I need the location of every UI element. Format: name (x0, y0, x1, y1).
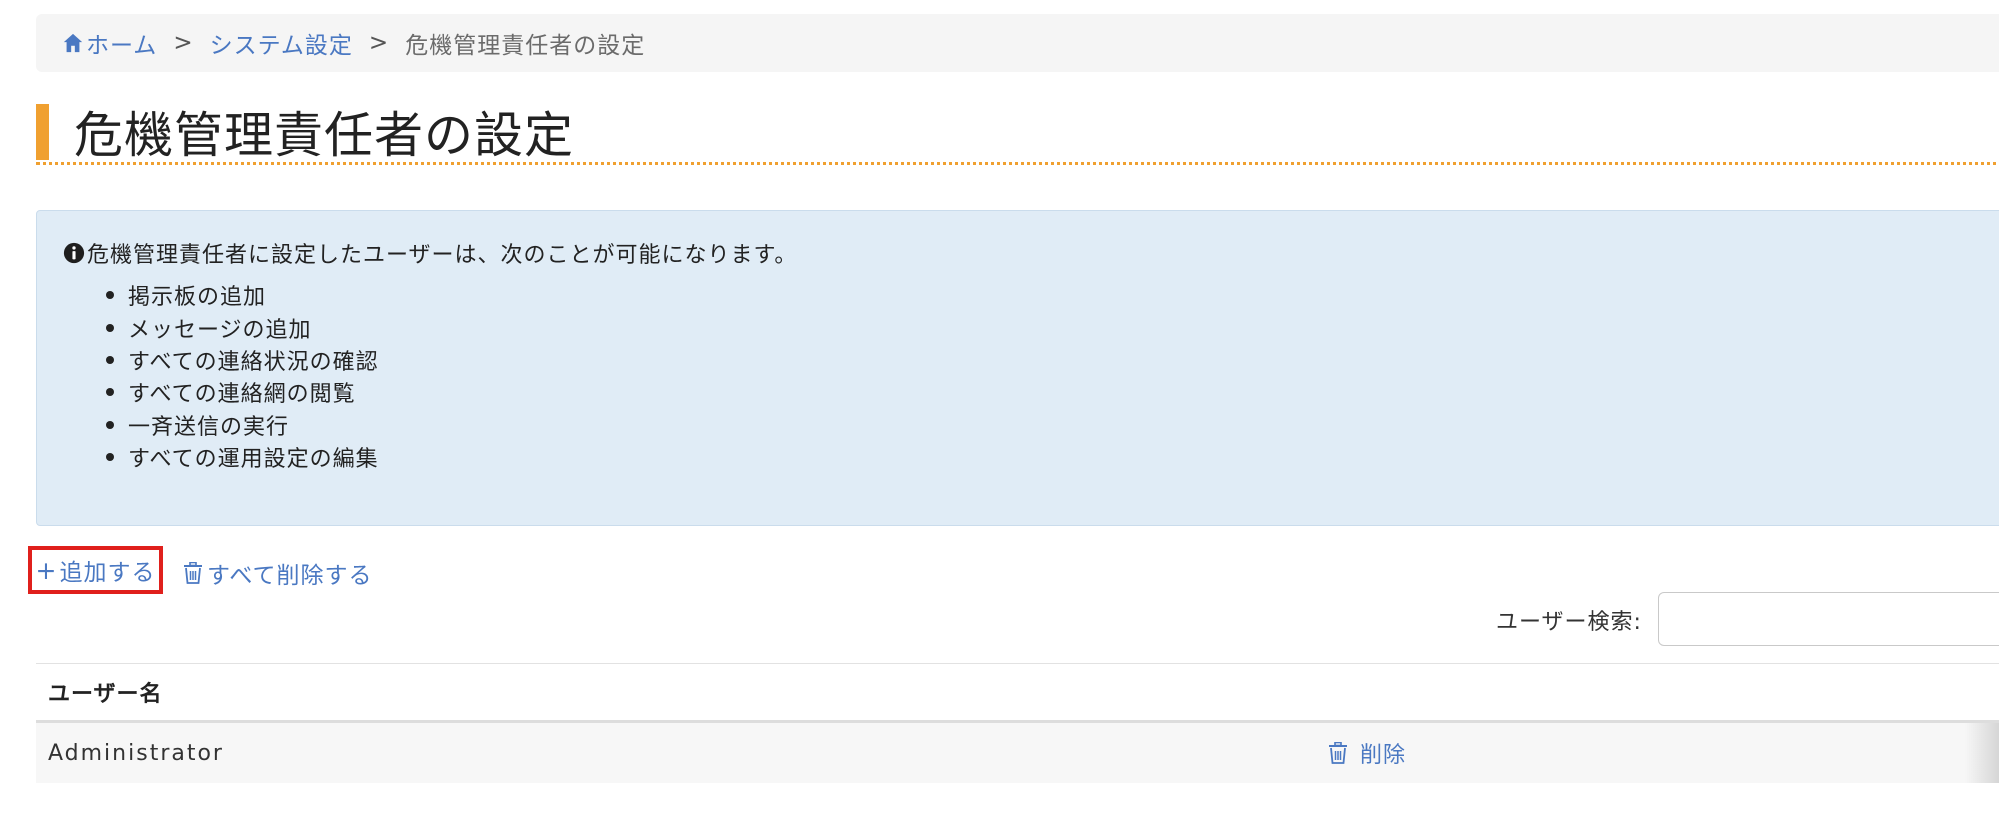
breadcrumb-separator: > (173, 30, 194, 56)
info-item-text: 掲示板の追加 (128, 285, 267, 311)
breadcrumb-home-label: ホーム (86, 33, 158, 59)
breadcrumb: ホーム > システム設定 > 危機管理責任者の設定 (36, 14, 1999, 72)
bullet-icon (106, 323, 114, 332)
info-panel: 危機管理責任者に設定したユーザーは、次のことが可能になります。 掲示板の追加 メ… (36, 210, 1999, 526)
title-accent-bar (36, 104, 49, 160)
users-table: ユーザー名 Administrator 削除 (36, 663, 1999, 783)
info-circle-icon (63, 242, 85, 264)
info-item-text: 一斉送信の実行 (128, 414, 290, 440)
home-icon (63, 33, 83, 53)
trash-icon (184, 562, 202, 584)
bullet-icon (106, 420, 114, 429)
info-list-item: 一斉送信の実行 (106, 409, 379, 441)
info-list-item: 掲示板の追加 (106, 279, 379, 311)
row-delete-label: 削除 (1360, 743, 1407, 768)
user-search-label: ユーザー検索: (1496, 610, 1642, 635)
info-list-item: すべての連絡網の閲覧 (106, 376, 379, 408)
breadcrumb-settings-label: システム設定 (209, 33, 353, 59)
user-search-input[interactable] (1658, 592, 1999, 646)
plus-icon: + (35, 555, 58, 585)
info-list-item: すべての運用設定の編集 (106, 441, 379, 473)
info-list: 掲示板の追加 メッセージの追加 すべての連絡状況の確認 すべての連絡網の閲覧 一… (106, 279, 379, 473)
breadcrumb-settings-link[interactable]: システム設定 (210, 26, 353, 60)
info-item-text: メッセージの追加 (128, 317, 312, 343)
row-delete-button[interactable]: 削除 (1328, 723, 1406, 783)
delete-all-label: すべて削除する (207, 563, 373, 589)
row-username: Administrator (48, 740, 224, 766)
info-list-item: メッセージの追加 (106, 311, 379, 343)
breadcrumb-home-link[interactable]: ホーム (62, 26, 157, 60)
trash-icon (1329, 742, 1347, 764)
info-item-text: すべての連絡状況の確認 (128, 349, 379, 375)
add-button[interactable]: + 追加する (28, 546, 163, 594)
bullet-icon (106, 355, 114, 364)
column-header-username: ユーザー名 (48, 682, 163, 707)
page-title: 危機管理責任者の設定 (74, 107, 575, 164)
info-heading: 危機管理責任者に設定したユーザーは、次のことが可能になります。 (63, 237, 797, 269)
info-item-text: すべての運用設定の編集 (128, 447, 379, 473)
bullet-icon (106, 388, 114, 397)
info-list-item: すべての連絡状況の確認 (106, 344, 379, 376)
add-button-label: 追加する (59, 560, 156, 586)
scroll-edge-shadow (1965, 723, 1999, 783)
bullet-icon (106, 291, 114, 300)
info-item-text: すべての連絡網の閲覧 (128, 382, 356, 408)
delete-all-button[interactable]: すべて削除する (183, 556, 372, 590)
info-heading-text: 危機管理責任者に設定したユーザーは、次のことが可能になります。 (87, 243, 798, 268)
table-header-row: ユーザー名 (36, 663, 1999, 723)
table-row: Administrator 削除 (36, 723, 1999, 783)
breadcrumb-current: 危機管理責任者の設定 (405, 33, 646, 59)
breadcrumb-separator: > (368, 30, 390, 56)
bullet-icon (106, 453, 114, 462)
page: ホーム > システム設定 > 危機管理責任者の設定 危機管理責任者の設定 危機管… (0, 0, 1999, 813)
page-title-block: 危機管理責任者の設定 (36, 104, 1999, 165)
